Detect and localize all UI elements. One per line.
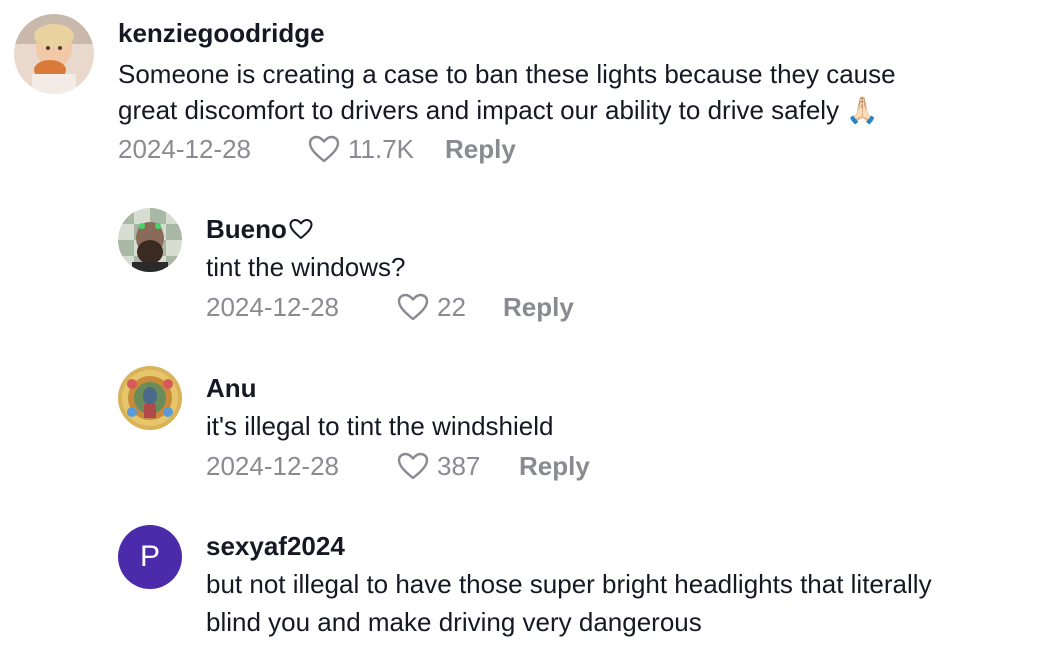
avatar[interactable] — [118, 208, 182, 272]
comment-username[interactable]: sexyaf2024 — [206, 531, 345, 561]
reply-item: Bueno tint the windows? 2024-12-28 22 Re… — [0, 200, 1060, 330]
like-count: 387 — [437, 451, 481, 481]
avatar-image — [14, 14, 94, 94]
comment-text-line: but not illegal to have those super brig… — [206, 569, 932, 599]
comment-date: 2024-12-28 — [206, 451, 339, 481]
comment-text-line: Someone is creating a case to ban these … — [118, 59, 896, 89]
comment-meta: 2024-12-28 11.7K Reply — [118, 132, 618, 166]
heart-icon — [289, 219, 313, 239]
like-count: 11.7K — [348, 134, 415, 164]
avatar[interactable]: P — [118, 525, 182, 589]
comment-text-line: blind you and make driving very dangerou… — [206, 607, 702, 637]
comment-item: kenziegoodridge Someone is creating a ca… — [0, 0, 1060, 170]
comment-date: 2024-12-28 — [206, 292, 339, 322]
comment-username[interactable]: Bueno — [206, 214, 313, 244]
comment-date: 2024-12-28 — [118, 134, 251, 164]
avatar-image — [118, 208, 182, 272]
avatar-image — [118, 366, 182, 430]
avatar-letter: P — [118, 525, 182, 589]
reply-button[interactable]: Reply — [519, 449, 590, 483]
reply-button[interactable]: Reply — [503, 290, 574, 324]
comment-meta: 2024-12-28 22 Reply — [206, 290, 706, 324]
comment-username-text: Bueno — [206, 214, 287, 244]
comment-text-line: great discomfort to drivers and impact o… — [118, 95, 879, 125]
comment-text-line: it's illegal to tint the windshield — [206, 411, 554, 441]
avatar[interactable] — [118, 366, 182, 430]
comment-username[interactable]: Anu — [206, 373, 257, 403]
avatar[interactable] — [14, 14, 94, 94]
heart-icon[interactable] — [397, 293, 429, 321]
like-count: 22 — [437, 292, 466, 322]
comment-meta: 2024-12-28 387 Reply — [206, 449, 706, 483]
heart-icon[interactable] — [308, 135, 340, 163]
reply-item: P sexyaf2024 but not illegal to have tho… — [0, 520, 1060, 646]
reply-item: Anu it's illegal to tint the windshield … — [0, 360, 1060, 490]
heart-icon[interactable] — [397, 452, 429, 480]
comment-username[interactable]: kenziegoodridge — [118, 18, 325, 48]
reply-button[interactable]: Reply — [445, 132, 516, 166]
comment-text-line: tint the windows? — [206, 252, 406, 282]
